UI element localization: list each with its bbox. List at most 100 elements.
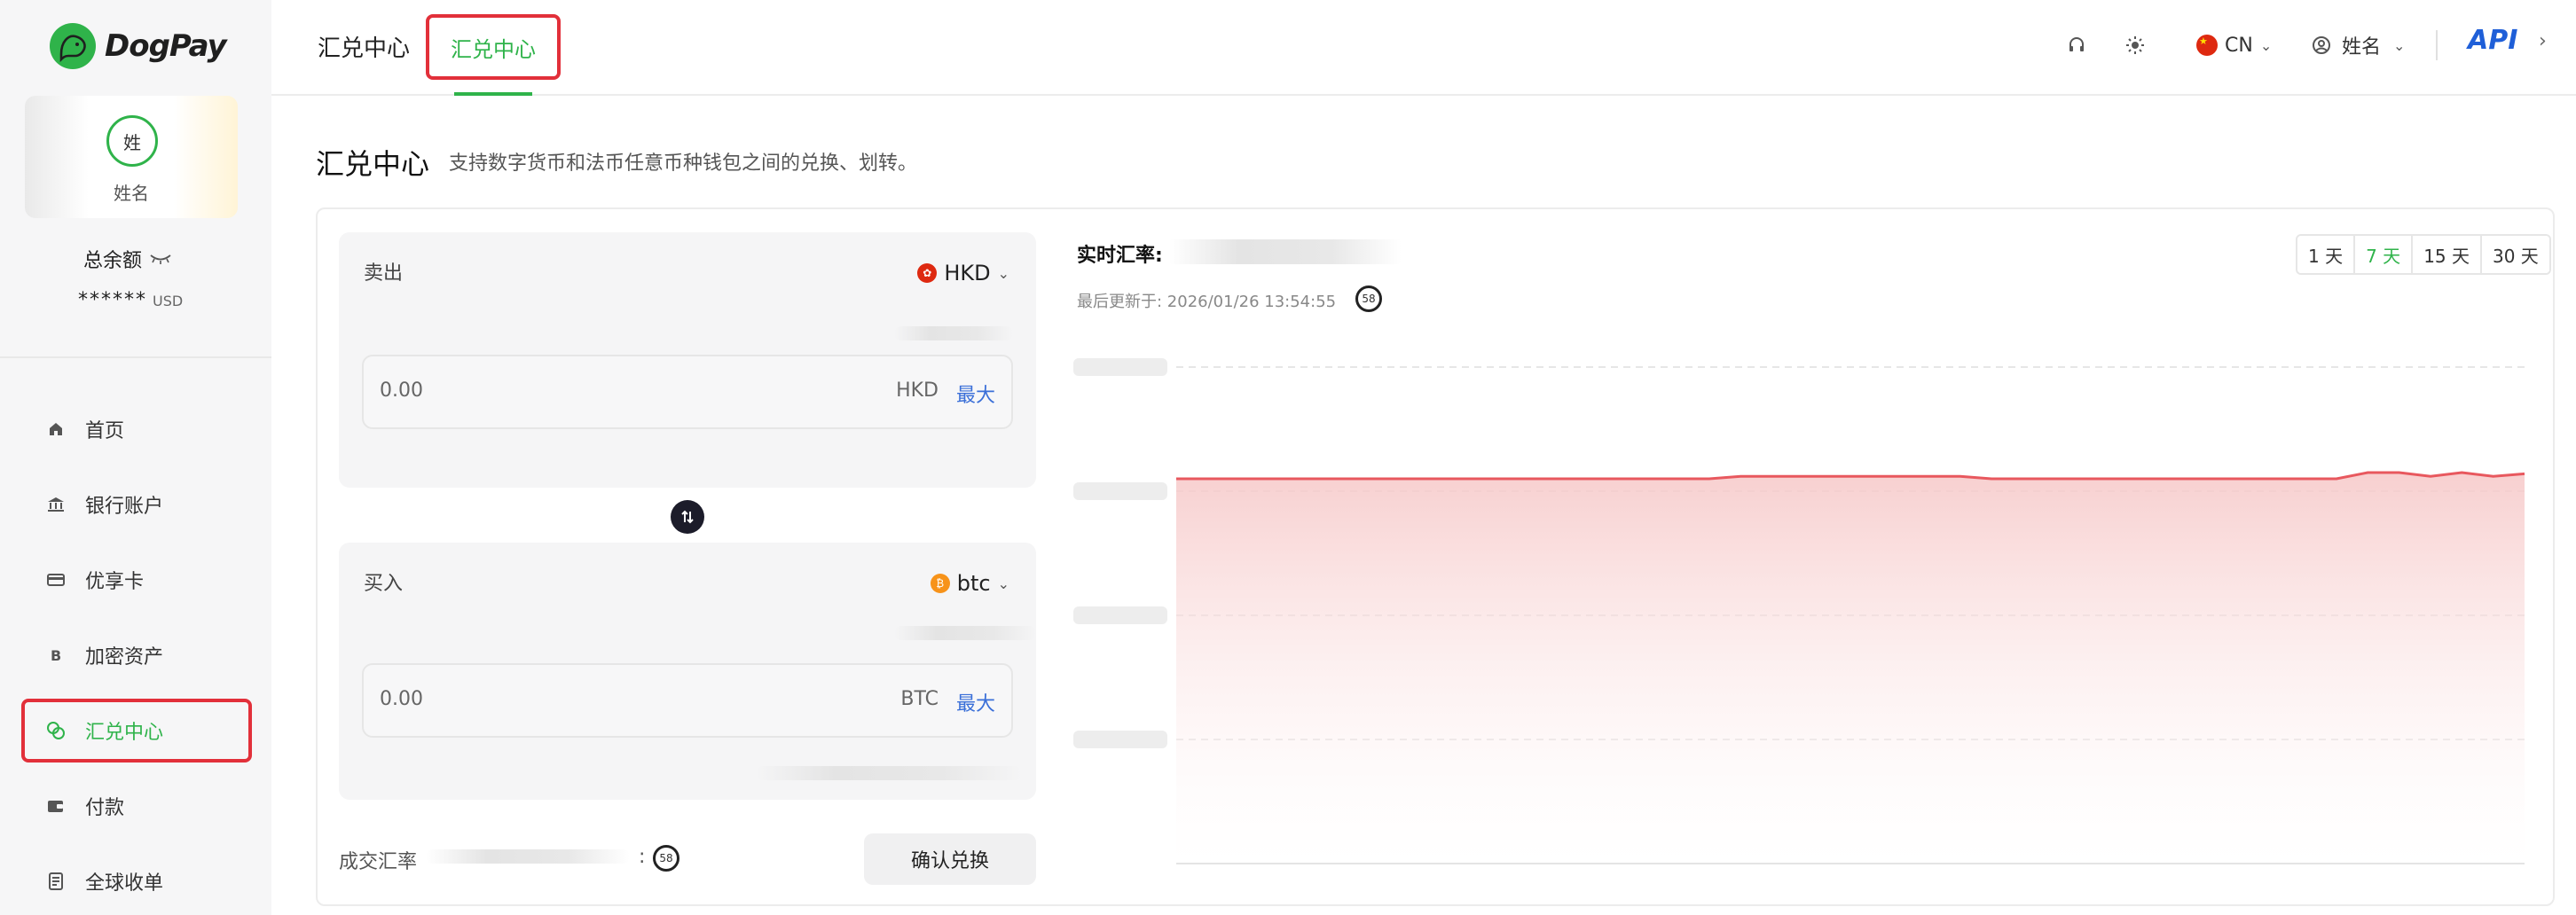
theme-toggle[interactable] <box>2124 25 2147 66</box>
user-card[interactable]: 姓 姓名 <box>25 96 238 218</box>
user-menu[interactable]: 姓名 ⌄ <box>2310 25 2405 66</box>
confirm-exchange-button[interactable]: 确认兑换 <box>864 833 1036 885</box>
last-updated-text: 最后更新于: 2026/01/26 13:54:55 <box>1077 293 1337 311</box>
sell-currency-select[interactable]: ✿ HKD ⌄ <box>917 261 1009 285</box>
headset-icon <box>2065 34 2088 57</box>
time-range-selector: 1 天 7 天 15 天 30 天 <box>2296 234 2551 275</box>
range-1-day[interactable]: 1 天 <box>2297 236 2356 273</box>
sidebar-item-crypto-assets[interactable]: B 加密资产 <box>21 623 252 687</box>
bitcoin-icon: B <box>46 645 66 665</box>
buy-panel: 买入 ₿ btc ⌄ 0.00 BTC 最大 <box>339 543 1036 800</box>
chevron-down-icon: ⌄ <box>2393 36 2406 54</box>
home-icon <box>46 419 66 439</box>
deal-rate-redacted <box>426 849 630 864</box>
balance-masked: ****** <box>78 289 147 311</box>
sidebar-item-exchange-center[interactable]: 汇兑中心 <box>21 699 252 762</box>
sidebar-item-global-acquiring[interactable]: 全球收单 <box>21 849 252 913</box>
swap-direction-button[interactable] <box>671 500 704 534</box>
sidebar-item-label: 加密资产 <box>85 646 164 669</box>
chart-y-ticks <box>1073 358 1167 748</box>
wallet-icon <box>46 796 66 816</box>
sell-panel: 卖出 ✿ HKD ⌄ 0.00 HKD 最大 <box>339 232 1036 488</box>
balance-label: 总余额 <box>83 245 172 273</box>
bank-icon <box>46 495 66 514</box>
page-title: 汇兑中心 <box>316 147 430 181</box>
balance-label-text: 总余额 <box>83 250 143 272</box>
range-15-days[interactable]: 15 天 <box>2413 236 2482 273</box>
sidebar-item-label: 汇兑中心 <box>85 722 164 744</box>
sidebar-item-label: 银行账户 <box>85 496 164 518</box>
buy-max-button[interactable]: 最大 <box>956 688 995 716</box>
sell-max-button[interactable]: 最大 <box>956 379 995 408</box>
sidebar-item-label: 付款 <box>85 797 125 819</box>
svg-text:B: B <box>51 647 61 664</box>
sun-icon <box>2124 34 2147 57</box>
swap-arrows-icon <box>681 510 694 524</box>
chart-y-tick-redacted <box>1073 358 1167 376</box>
chevron-down-icon: ⌄ <box>997 575 1009 592</box>
range-30-days[interactable]: 30 天 <box>2482 236 2549 273</box>
balance-value: ****** USD <box>78 289 183 311</box>
brand-name: DogPay <box>105 28 227 64</box>
sell-balance-redacted <box>894 326 1013 340</box>
language-select[interactable]: CN ⌄ <box>2196 25 2272 66</box>
realtime-rate-redacted <box>1169 239 1402 264</box>
buy-currency: btc <box>956 571 991 596</box>
user-name: 姓名 <box>114 183 149 204</box>
sell-amount-value: 0.00 <box>380 379 423 402</box>
sidebar-divider <box>0 356 271 358</box>
deal-rate-countdown: 58 <box>653 845 679 872</box>
chevron-right-icon[interactable]: › <box>2539 30 2547 52</box>
tab-exchange-center-active[interactable]: 汇兑中心 <box>426 14 561 80</box>
language-label: CN <box>2225 34 2253 57</box>
buy-label: 买入 <box>364 573 404 595</box>
page-subtitle: 支持数字货币和法币任意币种钱包之间的兑换、划转。 <box>449 152 918 175</box>
card-icon <box>46 570 66 590</box>
deal-rate-colon: : <box>639 846 646 868</box>
chart-y-tick-redacted <box>1073 731 1167 748</box>
chart-y-tick-redacted <box>1073 606 1167 624</box>
brand-logo[interactable]: DogPay <box>50 23 227 69</box>
buy-balance-redacted <box>894 626 1036 640</box>
dog-logo-icon <box>50 23 96 69</box>
support-button[interactable] <box>2065 25 2088 66</box>
sidebar-nav: 首页 银行账户 优享卡 B 加密资产 汇兑中心 付款 全球收单 <box>21 397 252 915</box>
buy-currency-select[interactable]: ₿ btc ⌄ <box>930 571 1009 596</box>
header-separator <box>2436 30 2438 60</box>
balance-unit: USD <box>153 293 184 309</box>
sidebar-item-card[interactable]: 优享卡 <box>21 548 252 612</box>
sidebar: DogPay 姓 姓名 总余额 ****** USD 首页 银行账户 优享卡 B… <box>0 0 271 915</box>
chevron-down-icon: ⌄ <box>997 264 1009 282</box>
receipt-icon <box>46 872 66 891</box>
buy-amount-input[interactable]: 0.00 BTC 最大 <box>362 663 1013 738</box>
sidebar-item-label: 首页 <box>85 420 125 442</box>
sell-currency: HKD <box>944 261 991 285</box>
buy-note-redacted <box>756 766 1022 780</box>
chart-area-fill <box>1176 473 2525 864</box>
chart-countdown: 58 <box>1355 285 1382 312</box>
hkd-flag-icon: ✿ <box>917 263 938 283</box>
range-7-days[interactable]: 7 天 <box>2355 236 2414 273</box>
sidebar-item-bank-account[interactable]: 银行账户 <box>21 473 252 536</box>
chart-y-tick-redacted <box>1073 482 1167 500</box>
avatar: 姓 <box>106 115 158 167</box>
china-flag-icon <box>2196 35 2218 56</box>
sidebar-item-payment[interactable]: 付款 <box>21 774 252 838</box>
btc-coin-icon: ₿ <box>930 574 950 593</box>
buy-amount-value: 0.00 <box>380 688 423 710</box>
active-tab-indicator <box>454 92 532 96</box>
chevron-down-icon: ⌄ <box>2259 36 2273 54</box>
sell-amount-input[interactable]: 0.00 HKD 最大 <box>362 355 1013 429</box>
api-link[interactable]: API <box>2468 25 2517 56</box>
exchange-rate-chart <box>1073 358 2525 864</box>
sell-amount-currency: HKD <box>896 379 939 402</box>
eye-hidden-icon[interactable] <box>149 248 172 270</box>
sidebar-item-label: 全球收单 <box>85 872 164 895</box>
sidebar-item-home[interactable]: 首页 <box>21 397 252 461</box>
tab-exchange-center[interactable]: 汇兑中心 <box>318 30 410 63</box>
header-user-name: 姓名 <box>2342 36 2382 59</box>
realtime-rate-title: 实时汇率: <box>1077 245 1163 267</box>
sidebar-item-label: 优享卡 <box>85 571 145 593</box>
buy-amount-currency: BTC <box>900 688 939 710</box>
deal-rate-label: 成交汇率 <box>339 851 418 873</box>
